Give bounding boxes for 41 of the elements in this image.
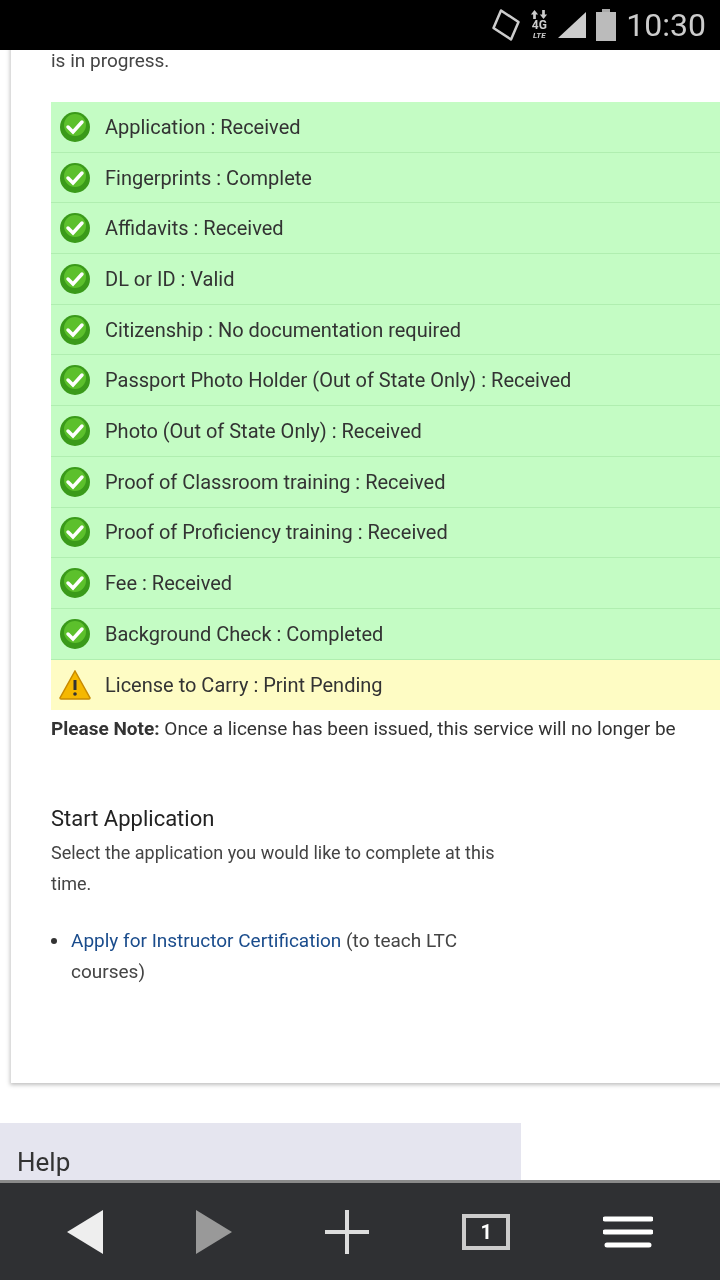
status-label: Application : Received xyxy=(105,113,301,141)
status-label: Fee : Received xyxy=(105,570,233,598)
tabs-button[interactable]: 1 xyxy=(462,1213,511,1250)
status-label: License to Carry : Print Pending xyxy=(105,671,383,699)
status-label: Photo (Out of State Only) : Received xyxy=(105,417,422,445)
section-text: Select the application you would like to complete at this time. xyxy=(51,840,496,896)
status-label: Background Check : Completed xyxy=(105,620,384,648)
status-label: Citizenship : No documentation required xyxy=(105,316,462,344)
list-item-text: Apply for Instructor Certification (to teach LTC courses) xyxy=(71,927,459,985)
warning-icon xyxy=(59,669,91,700)
bullet-icon xyxy=(51,937,57,944)
check-icon xyxy=(59,414,91,447)
check-icon xyxy=(59,161,91,194)
check-icon xyxy=(59,212,91,245)
forward-icon[interactable] xyxy=(195,1209,232,1254)
rotation-icon xyxy=(492,9,521,41)
instructor-link[interactable]: Apply for Instructor Certification xyxy=(71,928,342,952)
check-icon xyxy=(59,567,91,600)
note-text: Please Note: Once a license has been issued, this service will no longer be xyxy=(51,716,677,743)
back-icon[interactable] xyxy=(66,1209,103,1254)
status-label: Passport Photo Holder (Out of State Only) : Received xyxy=(105,367,572,395)
battery-icon xyxy=(596,9,617,41)
check-icon xyxy=(59,516,91,549)
status-label: DL or ID : Valid xyxy=(105,265,235,293)
menu-icon[interactable] xyxy=(603,1215,654,1248)
status-label: Proof of Proficiency training : Received xyxy=(105,519,448,547)
status-label: Fingerprints : Complete xyxy=(105,164,312,192)
check-icon xyxy=(59,364,91,397)
signal-icon xyxy=(558,12,587,38)
check-icon xyxy=(59,313,91,346)
status-label: Affidavits : Received xyxy=(105,215,284,243)
clock-time: 10:30 xyxy=(626,9,706,41)
check-icon xyxy=(59,465,91,498)
status-label: Proof of Classroom training : Received xyxy=(105,468,446,496)
check-icon xyxy=(59,110,91,143)
check-icon xyxy=(59,617,91,650)
check-icon xyxy=(59,262,91,295)
section-heading: Start Application xyxy=(51,804,216,833)
plus-icon[interactable] xyxy=(324,1209,369,1254)
help-heading: Help xyxy=(17,1147,72,1177)
intro-text: is in progress. xyxy=(51,50,171,72)
